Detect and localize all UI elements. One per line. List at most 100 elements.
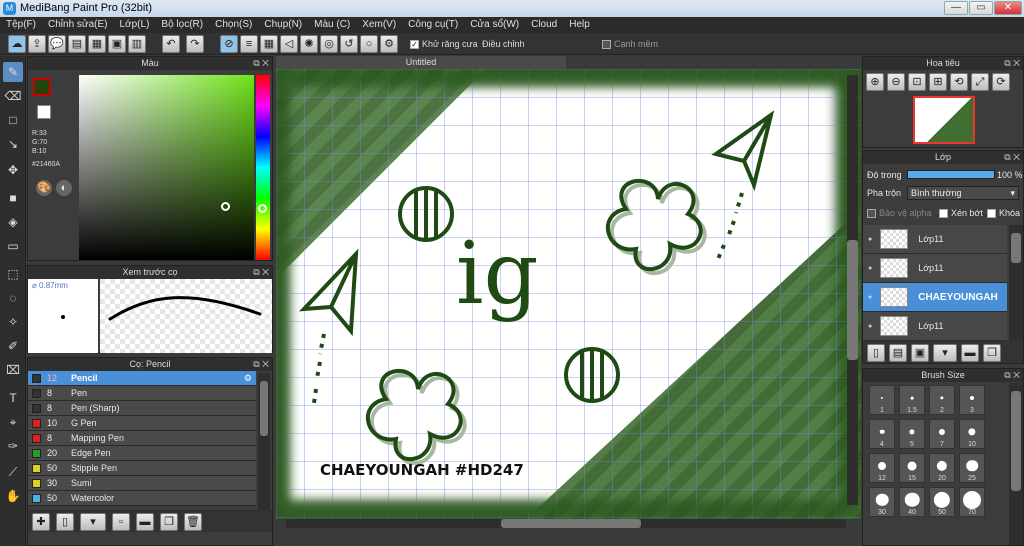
- brush-size-cell[interactable]: 70: [959, 487, 985, 517]
- duplicate-icon[interactable]: ❐: [160, 513, 178, 531]
- brush-item[interactable]: 10 G Pen: [28, 416, 256, 431]
- comment-icon[interactable]: 💬: [48, 35, 66, 53]
- gradient-tool-icon[interactable]: ▭: [3, 236, 23, 256]
- menu-file[interactable]: Tệp(F): [0, 17, 42, 33]
- share-icon[interactable]: ⇪: [28, 35, 46, 53]
- menu-view[interactable]: Xem(V): [356, 17, 402, 33]
- brush-list-scrollbar[interactable]: [258, 373, 270, 513]
- canvas-h-scrollbar[interactable]: [286, 519, 846, 528]
- actual-size-icon[interactable]: ⊞: [929, 73, 947, 91]
- reset-view-icon[interactable]: ⤢: [971, 73, 989, 91]
- brush-item[interactable]: 50 Stipple Pen: [28, 461, 256, 476]
- panel-close-icon[interactable]: ⧉ ✕: [253, 358, 269, 371]
- brush-size-cell[interactable]: 2: [929, 385, 955, 415]
- layer-menu-icon[interactable]: ▾: [933, 344, 957, 362]
- duplicate-layer-icon[interactable]: ❐: [983, 344, 1001, 362]
- lock-checkbox[interactable]: [987, 209, 996, 219]
- new-halftone-layer-icon[interactable]: ▤: [889, 344, 907, 362]
- magic-wand-icon[interactable]: ✧: [3, 312, 23, 332]
- operation-tool-icon[interactable]: ⌖: [3, 412, 23, 432]
- eye-icon[interactable]: ●: [868, 294, 872, 301]
- brush-size-cell[interactable]: 1: [869, 385, 895, 415]
- panel-close-icon[interactable]: ⧉ ✕: [253, 266, 269, 279]
- panel-icon[interactable]: ▣: [108, 35, 126, 53]
- eraser-tool-icon[interactable]: ⌫: [3, 86, 23, 106]
- menu-tools[interactable]: Công cụ(T): [402, 17, 464, 33]
- menu-select[interactable]: Chọn(S): [209, 17, 258, 33]
- undo-icon[interactable]: ↶: [162, 35, 180, 53]
- menu-layer[interactable]: Lớp(L): [114, 17, 156, 33]
- hue-cursor[interactable]: [258, 204, 267, 213]
- scroll-thumb[interactable]: [1011, 233, 1021, 263]
- background-color-swatch[interactable]: [37, 105, 51, 119]
- close-button[interactable]: ✕: [994, 1, 1022, 15]
- settings-gear-icon[interactable]: ⚙: [380, 35, 398, 53]
- brush-size-cell[interactable]: 5: [899, 419, 925, 449]
- saturation-value-field[interactable]: [79, 75, 254, 260]
- canvas-area[interactable]: ig CHAEYOUNGAH #HD247: [274, 69, 861, 519]
- brush-size-cell[interactable]: 20: [929, 453, 955, 483]
- brush-item[interactable]: 8 Pen: [28, 386, 256, 401]
- opacity-slider[interactable]: [907, 170, 995, 179]
- folder-icon[interactable]: ▬: [136, 513, 154, 531]
- line-tool-icon[interactable]: ↘: [3, 134, 23, 154]
- redo-icon[interactable]: ↷: [186, 35, 204, 53]
- new-8bit-layer-icon[interactable]: ▣: [911, 344, 929, 362]
- blend-select[interactable]: Bình thường ▾: [907, 186, 1019, 200]
- menu-capture[interactable]: Chụp(N): [258, 17, 308, 33]
- eye-icon[interactable]: ●: [868, 323, 872, 330]
- layer-item[interactable]: ● CHAEYOUNGAH: [863, 283, 1007, 312]
- fit-icon[interactable]: ⊡: [908, 73, 926, 91]
- brush-size-cell[interactable]: 40: [899, 487, 925, 517]
- navigator-thumbnail[interactable]: [913, 96, 975, 144]
- minimize-button[interactable]: —: [944, 1, 968, 15]
- circle-snap-icon[interactable]: ◎: [320, 35, 338, 53]
- menu-help[interactable]: Help: [563, 17, 596, 33]
- brush-size-cell[interactable]: 7: [929, 419, 955, 449]
- rect-tool-icon[interactable]: □: [3, 110, 23, 130]
- scroll-thumb[interactable]: [260, 381, 268, 436]
- menu-color[interactable]: Màu (C): [308, 17, 356, 33]
- antialias-toggle[interactable]: ✓ Khử răng cưa: [410, 39, 478, 50]
- palette-add-icon[interactable]: ◐: [56, 180, 72, 196]
- panel-close-icon[interactable]: ⧉ ✕: [253, 57, 269, 70]
- move-tool-icon[interactable]: ✥: [3, 160, 23, 180]
- brush-item[interactable]: 30 Sumi: [28, 476, 256, 491]
- brush-size-cell[interactable]: 30: [869, 487, 895, 517]
- select-pen-icon[interactable]: ✐: [3, 336, 23, 356]
- layer-item[interactable]: ● Lớp11: [863, 225, 1007, 254]
- zoom-in-icon[interactable]: ⊕: [866, 73, 884, 91]
- maximize-button[interactable]: ▭: [969, 1, 993, 15]
- soft-edge-toggle[interactable]: Cạnh mềm: [602, 39, 658, 50]
- document-icon[interactable]: ▦: [88, 35, 106, 53]
- panel-close-icon[interactable]: ⧉ ✕: [1004, 151, 1020, 164]
- brush-item[interactable]: 8 Mapping Pen: [28, 431, 256, 446]
- color-picker-cursor[interactable]: [221, 202, 230, 211]
- grid-icon[interactable]: ▥: [128, 35, 146, 53]
- text-tool-icon[interactable]: T: [3, 388, 23, 408]
- panel-close-icon[interactable]: ⧉ ✕: [1004, 57, 1020, 70]
- parallel-snap-icon[interactable]: ≡: [240, 35, 258, 53]
- cross-snap-icon[interactable]: ▦: [260, 35, 278, 53]
- brush-size-cell[interactable]: 4: [869, 419, 895, 449]
- brush-item[interactable]: 20 Edge Pen: [28, 446, 256, 461]
- lasso-tool-icon[interactable]: ◌: [3, 288, 23, 308]
- h-scroll-thumb[interactable]: [501, 519, 641, 528]
- snap-off-icon[interactable]: ⊘: [220, 35, 238, 53]
- rotate-left-icon[interactable]: ⟲: [950, 73, 968, 91]
- menu-edit[interactable]: Chỉnh sửa(E): [42, 17, 114, 33]
- hue-slider[interactable]: [256, 75, 270, 260]
- cloud-icon[interactable]: ☁: [8, 35, 26, 53]
- clipping-toggle[interactable]: Xén bớt: [939, 208, 983, 219]
- new-layer-icon[interactable]: ▯: [867, 344, 885, 362]
- copy-brush-icon[interactable]: ▫: [112, 513, 130, 531]
- menu-cloud[interactable]: Cloud: [525, 17, 563, 33]
- curve-snap-icon[interactable]: ↺: [340, 35, 358, 53]
- protect-alpha-checkbox[interactable]: [867, 209, 876, 219]
- layer-item[interactable]: ● Lớp11: [863, 312, 1007, 341]
- brush-item[interactable]: 12 Pencil ⚙: [28, 371, 256, 386]
- brush-size-cell[interactable]: 10: [959, 419, 985, 449]
- panel-close-icon[interactable]: ⧉ ✕: [1004, 369, 1020, 382]
- hand-tool-icon[interactable]: ✋: [3, 486, 23, 506]
- menu-filter[interactable]: Bộ lọc(R): [155, 17, 209, 33]
